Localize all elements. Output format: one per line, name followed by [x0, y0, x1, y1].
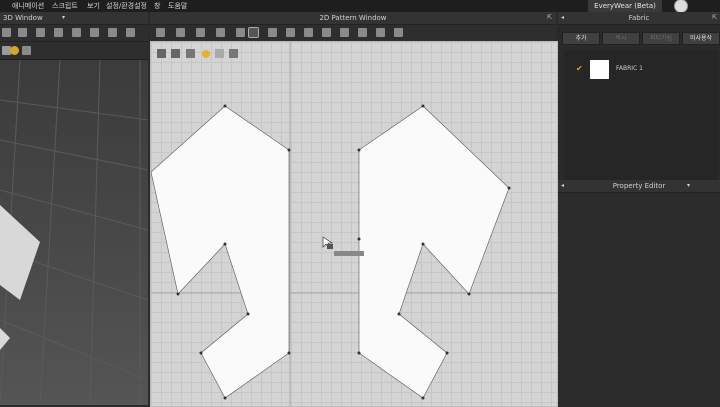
expand-icon[interactable]: ⇱	[547, 12, 552, 24]
tool-icon[interactable]	[268, 28, 277, 37]
everywear-button[interactable]: EveryWear (Beta)	[588, 0, 662, 12]
tool-icon[interactable]	[36, 28, 45, 37]
collapse-icon[interactable]: ◂	[561, 180, 564, 192]
property-editor-title: Property Editor	[612, 182, 666, 190]
tool-icon[interactable]	[156, 28, 165, 37]
property-editor-body	[558, 193, 720, 405]
fabric-panel: ◂ Fabric ⇱ 추가 복사 퍼티가림 미사용삭 ✔ FABRIC 1 ◂ …	[558, 12, 720, 405]
select-tool-icon[interactable]	[248, 27, 259, 38]
pattern-drawing	[151, 42, 557, 406]
tool-icon[interactable]	[304, 28, 313, 37]
pattern-window-titlebar: 2D Pattern Window ⇱	[150, 12, 556, 25]
save-icon[interactable]	[22, 46, 31, 55]
menu-help[interactable]: 도움말	[168, 0, 187, 12]
fabric-panel-title: Fabric	[628, 14, 650, 22]
tool-icon[interactable]	[18, 28, 27, 37]
pattern-toolbar	[150, 25, 556, 42]
fabric-label: FABRIC 1	[616, 65, 643, 72]
pattern-piece-left[interactable]	[151, 105, 290, 399]
chevron-down-icon[interactable]: ▾	[687, 180, 690, 192]
tool-icon[interactable]	[2, 28, 11, 37]
tool-icon[interactable]	[176, 28, 185, 37]
tool-icon[interactable]	[90, 28, 99, 37]
pattern-canvas[interactable]	[150, 41, 558, 407]
tool-icon[interactable]	[126, 28, 135, 37]
tool-icon[interactable]	[196, 28, 205, 37]
sun-icon[interactable]	[10, 46, 19, 55]
tool-icon[interactable]	[394, 28, 403, 37]
menu-script[interactable]: 스크립트	[52, 0, 78, 12]
menu-view[interactable]: 보기	[87, 0, 100, 12]
menu-animation[interactable]: 애니메이션	[12, 0, 44, 12]
tool-icon[interactable]	[358, 28, 367, 37]
tool-icon[interactable]	[286, 28, 295, 37]
garment-piece[interactable]	[0, 328, 10, 350]
property-editor-titlebar: ◂ Property Editor ▾	[558, 180, 720, 193]
tool-icon[interactable]	[340, 28, 349, 37]
tool-icon[interactable]	[72, 28, 81, 37]
tool-icon[interactable]	[108, 28, 117, 37]
tool-icon[interactable]	[376, 28, 385, 37]
fabric-swatch	[590, 60, 609, 79]
check-icon[interactable]: ✔	[576, 64, 583, 73]
tool-icon[interactable]	[216, 28, 225, 37]
collapse-icon[interactable]: ◂	[561, 12, 564, 24]
hide-fabric-button[interactable]: 퍼티가림	[642, 32, 680, 45]
list-item[interactable]: ✔ FABRIC 1	[564, 58, 718, 82]
expand-icon[interactable]: ⇱	[712, 12, 717, 24]
tool-icon[interactable]	[322, 28, 331, 37]
copy-fabric-button[interactable]: 복사	[602, 32, 640, 45]
menu-window[interactable]: 창	[154, 0, 160, 12]
menu-settings[interactable]: 설정/환경설정	[106, 0, 147, 12]
window-3d-toolbar	[0, 25, 148, 42]
menu-bar: 애니메이션 스크립트 보기 설정/환경설정 창 도움말 EveryWear (B…	[0, 0, 720, 13]
pattern-piece-right[interactable]	[358, 105, 510, 399]
window-3d-title: 3D Window	[3, 14, 43, 22]
viewport-3d[interactable]	[0, 60, 148, 405]
window-3d-subtoolbar	[0, 42, 148, 60]
pattern-window-title: 2D Pattern Window	[319, 14, 387, 22]
fabric-panel-titlebar: ◂ Fabric ⇱	[558, 12, 720, 25]
window-3d-titlebar: 3D Window ▾	[0, 12, 148, 25]
viewport-grid	[0, 60, 148, 405]
fabric-list: ✔ FABRIC 1	[564, 50, 718, 186]
garment-piece[interactable]	[0, 205, 40, 300]
tool-icon[interactable]	[54, 28, 63, 37]
add-fabric-button[interactable]: 추가	[562, 32, 600, 45]
tool-icon[interactable]	[236, 28, 245, 37]
chevron-down-icon[interactable]: ▾	[62, 12, 65, 24]
delete-unused-button[interactable]: 미사용삭	[682, 32, 720, 45]
